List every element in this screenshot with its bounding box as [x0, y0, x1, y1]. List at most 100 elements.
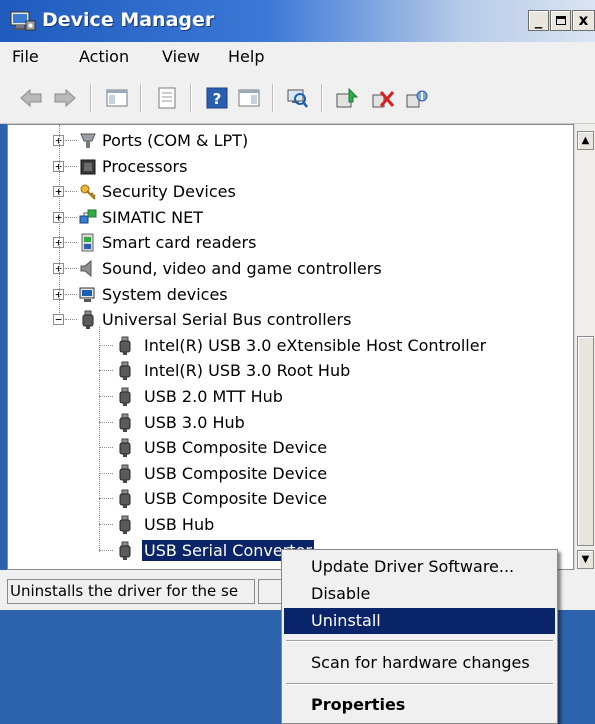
context-menu-properties[interactable]: Properties	[284, 692, 555, 718]
usb-plug-icon	[116, 361, 134, 381]
scroll-down-button[interactable]: ▼	[577, 550, 594, 569]
help-icon[interactable]: ?	[204, 85, 230, 111]
tree-connector	[99, 395, 113, 397]
tree-category-row[interactable]: + Ports (COM & LPT)	[8, 128, 573, 154]
maximize-button[interactable]	[550, 10, 571, 31]
tree-connector	[65, 267, 77, 269]
status-text: Uninstalls the driver for the se	[7, 579, 255, 604]
tree-connector	[99, 498, 113, 500]
uninstall-icon[interactable]	[370, 85, 396, 111]
tree-connector	[99, 472, 113, 474]
tree-category-row[interactable]: + Sound, video and game controllers	[8, 256, 573, 282]
disable-icon[interactable]	[404, 85, 430, 111]
scrollbar-thumb[interactable]	[577, 336, 594, 546]
tree-device-row[interactable]: USB Hub	[8, 512, 573, 538]
network-icon	[79, 208, 97, 227]
tree-connector	[65, 319, 77, 321]
tree-connector	[99, 447, 113, 449]
scroll-up-button[interactable]: ▲	[577, 131, 594, 150]
context-menu-separator	[286, 683, 553, 685]
tree-category-label: Processors	[102, 156, 188, 176]
tree-category-label: Universal Serial Bus controllers	[102, 310, 352, 330]
toolbar-separator	[190, 84, 192, 112]
scan-hardware-icon[interactable]	[284, 85, 310, 111]
svg-text:?: ?	[213, 90, 222, 108]
tree-device-label: Intel(R) USB 3.0 Root Hub	[144, 361, 351, 381]
tree-vertical-connector	[59, 125, 60, 316]
context-menu-disable[interactable]: Disable	[284, 581, 555, 607]
tree-category-row[interactable]: + Processors	[8, 154, 573, 180]
tree-device-label: USB 3.0 Hub	[144, 412, 245, 432]
tree-device-row[interactable]: USB 3.0 Hub	[8, 410, 573, 436]
smart-card-icon	[79, 233, 97, 252]
context-menu-separator	[286, 640, 553, 642]
tree-connector	[99, 549, 113, 551]
tree-device-label: USB Composite Device	[144, 489, 328, 509]
tree-category-row[interactable]: + SIMATIC NET	[8, 205, 573, 231]
tree-device-row[interactable]: Intel(R) USB 3.0 eXtensible Host Control…	[8, 333, 573, 359]
processor-icon	[79, 157, 97, 176]
tree-category-row[interactable]: + System devices	[8, 282, 573, 308]
tree-device-row[interactable]: USB Composite Device	[8, 486, 573, 512]
toolbar-separator	[321, 84, 323, 112]
tree-category-label: Smart card readers	[102, 233, 257, 253]
tree-device-row[interactable]: USB 2.0 MTT Hub	[8, 384, 573, 410]
usb-plug-icon	[116, 413, 134, 432]
tree-device-label: Intel(R) USB 3.0 eXtensible Host Control…	[144, 335, 487, 355]
minimize-button[interactable]: _	[528, 10, 549, 31]
action-pane-icon[interactable]	[236, 85, 262, 111]
toolbar-separator	[272, 84, 274, 112]
usb-plug-icon	[116, 515, 134, 534]
computer-icon	[79, 285, 97, 304]
tree-category-row[interactable]: + Smart card readers	[8, 230, 573, 256]
context-menu-scan-for-hardware-changes[interactable]: Scan for hardware changes	[284, 650, 555, 676]
usb-plug-icon	[116, 464, 134, 483]
tree-device-row[interactable]: Intel(R) USB 3.0 Root Hub	[8, 358, 573, 384]
tree-connector	[65, 140, 77, 141]
context-menu: Update Driver Software... Disable Uninst…	[281, 549, 558, 724]
tree-connector	[99, 421, 113, 423]
menu-action[interactable]: Action	[79, 47, 129, 66]
close-button[interactable]: x	[572, 10, 595, 31]
tree-category-row[interactable]: + Security Devices	[8, 179, 573, 205]
toolbar-separator	[140, 84, 142, 112]
usb-plug-icon	[116, 387, 134, 406]
menu-file[interactable]: File	[12, 47, 39, 66]
tree-device-label: USB Hub	[144, 514, 215, 534]
expand-toggle[interactable]: −	[53, 314, 64, 326]
tree-connector	[65, 191, 77, 193]
tree-category-label: SIMATIC NET	[102, 207, 203, 227]
tree-vertical-connector	[99, 327, 100, 552]
context-menu-uninstall[interactable]: Uninstall	[284, 608, 555, 634]
usb-plug-icon	[116, 438, 134, 458]
port-icon	[79, 131, 97, 150]
usb-plug-icon	[116, 489, 134, 509]
tree-connector	[99, 370, 113, 372]
speaker-icon	[79, 259, 97, 278]
properties-icon[interactable]	[154, 85, 180, 111]
tree-category-row[interactable]: − Universal Serial Bus controllers	[8, 307, 573, 333]
device-manager-icon	[10, 9, 36, 33]
tree-connector	[99, 344, 113, 346]
tree-connector	[99, 523, 113, 525]
device-tree[interactable]: + Ports (COM & LPT) + Processors + Security D…	[7, 124, 574, 570]
tree-device-row[interactable]: USB Composite Device	[8, 435, 573, 461]
tree-device-row[interactable]: USB Composite Device	[8, 461, 573, 487]
tree-category-label: System devices	[102, 284, 228, 304]
usb-plug-icon	[116, 336, 134, 355]
tree-device-label: USB Composite Device	[144, 463, 328, 483]
device-tree-rows: + Ports (COM & LPT) + Processors + Security D…	[8, 125, 573, 563]
context-menu-update-driver-software[interactable]: Update Driver Software...	[284, 554, 555, 580]
key-icon	[79, 182, 97, 201]
update-driver-icon[interactable]	[334, 85, 360, 111]
back-arrow-icon[interactable]	[18, 85, 44, 111]
menu-view[interactable]: View	[162, 47, 200, 66]
usb-plug-icon	[116, 541, 134, 560]
menu-help[interactable]: Help	[228, 47, 264, 66]
tree-category-label: Sound, video and game controllers	[102, 258, 382, 278]
forward-arrow-icon[interactable]	[52, 85, 78, 111]
show-hide-console-tree-icon[interactable]	[104, 85, 130, 111]
usb-plug-icon	[79, 310, 97, 330]
tree-device-label: USB Composite Device	[144, 438, 328, 458]
tree-connector	[65, 293, 77, 295]
